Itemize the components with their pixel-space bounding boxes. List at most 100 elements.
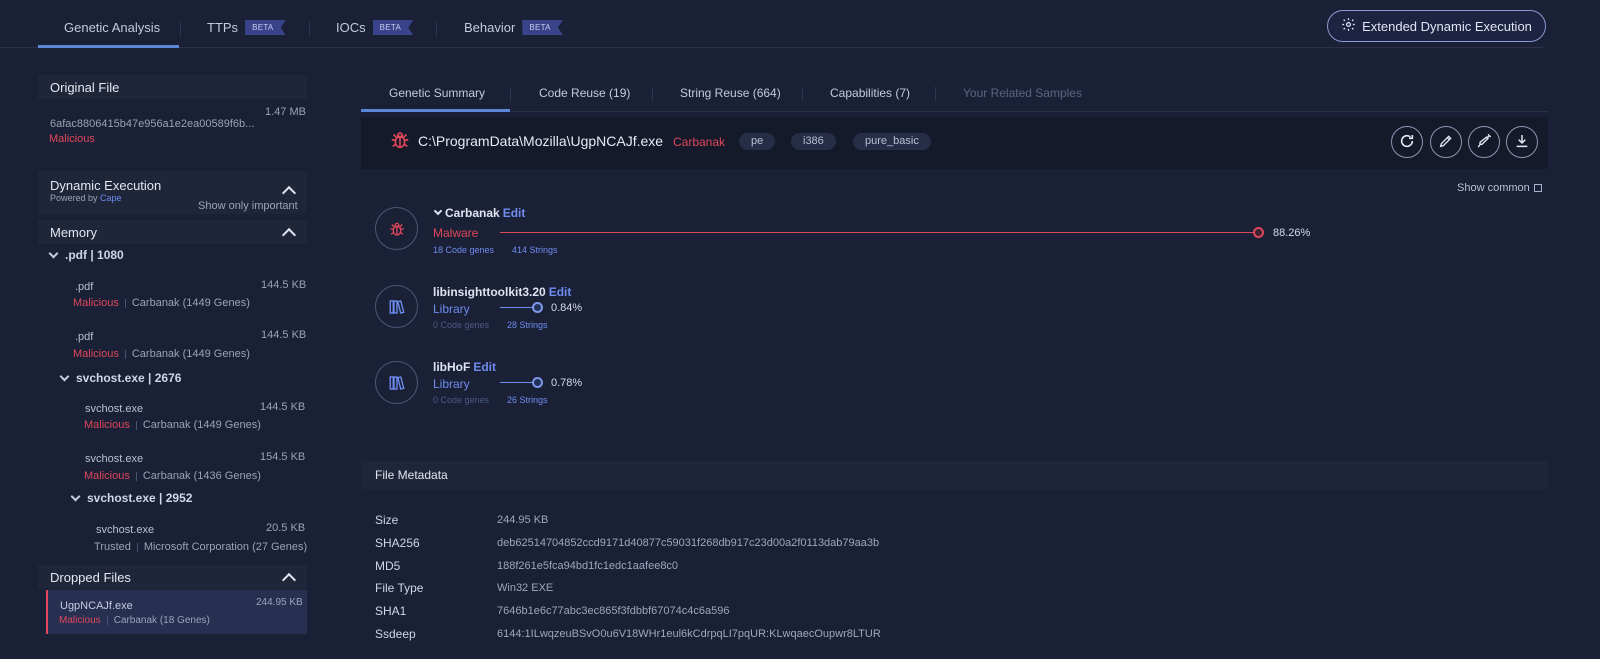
metadata-value: deb62514704852ccd9171d40877c59031f268db9… xyxy=(497,537,880,549)
tab-divider xyxy=(935,87,936,101)
gene-percent: 0.78% xyxy=(551,377,583,389)
file-size: 1.47 MB xyxy=(265,106,306,118)
tag-pure-basic[interactable]: pure_basic xyxy=(853,133,931,150)
beta-badge: BETA xyxy=(522,20,563,35)
dropped-files-header[interactable]: Dropped Files xyxy=(38,565,307,589)
memory-header[interactable]: Memory xyxy=(38,220,307,244)
section-title: Memory xyxy=(50,225,97,240)
chevron-up-icon[interactable] xyxy=(281,227,297,243)
pencil-icon xyxy=(1438,133,1454,152)
item-size: 244.95 KB xyxy=(256,597,303,608)
gene-libinsighttoolkit[interactable]: libinsighttoolkit3.20 Edit xyxy=(433,285,571,299)
group-label: svchost.exe | 2676 xyxy=(76,371,182,385)
syringe-button[interactable] xyxy=(1468,126,1500,158)
code-genes-link[interactable]: 18 Code genes xyxy=(433,245,494,255)
family-label: Carbanak (1449 Genes) xyxy=(131,348,250,360)
status-badge: Malicious xyxy=(59,615,101,626)
item-name: UgpNCAJf.exe xyxy=(60,600,133,612)
show-only-important-toggle[interactable]: Show only important xyxy=(198,200,298,212)
chevron-down-icon xyxy=(48,248,59,258)
tab-divider xyxy=(436,22,437,36)
family-label: Carbanak (1449 Genes) xyxy=(131,297,250,309)
strings-link[interactable]: 28 Strings xyxy=(507,320,548,330)
metadata-value: 6144:1ILwqzeuBSvO0u6V18WHr1eul6kCdrpqLI7… xyxy=(497,628,881,640)
strings-link[interactable]: 414 Strings xyxy=(512,245,558,255)
edit-link[interactable]: Edit xyxy=(549,285,572,299)
item-name: svchost.exe xyxy=(85,453,144,465)
malware-gene-icon xyxy=(375,207,418,250)
tab-label: TTPs xyxy=(207,20,239,35)
status-badge: Malicious xyxy=(73,348,119,360)
family-label: Carbanak (18 Genes) xyxy=(113,615,210,626)
file-family-label: Carbanak xyxy=(673,135,726,149)
tab-divider xyxy=(309,22,310,36)
tab-related-samples[interactable]: Your Related Samples xyxy=(963,86,1082,100)
tab-ttps[interactable]: TTPs BETA xyxy=(207,20,286,35)
tab-string-reuse[interactable]: String Reuse (664) xyxy=(680,86,781,100)
tab-behavior[interactable]: Behavior BETA xyxy=(464,20,563,35)
item-size: 20.5 KB xyxy=(266,522,306,534)
refresh-icon xyxy=(1399,133,1415,152)
code-genes-link: 0 Code genes xyxy=(433,395,490,405)
tab-genetic-summary[interactable]: Genetic Summary xyxy=(389,86,485,100)
tab-iocs[interactable]: IOCs BETA xyxy=(336,20,414,35)
chevron-up-icon[interactable] xyxy=(281,572,297,588)
section-title: File Metadata xyxy=(375,468,448,482)
extended-dynamic-execution-button[interactable]: Extended Dynamic Execution xyxy=(1327,10,1546,42)
edit-link[interactable]: Edit xyxy=(473,360,496,374)
memory-group-svchost-2676[interactable]: svchost.exe | 2676 xyxy=(59,371,182,385)
refresh-button[interactable] xyxy=(1391,126,1423,158)
metadata-value: Win32 EXE xyxy=(497,582,554,594)
tab-code-reuse[interactable]: Code Reuse (19) xyxy=(539,86,630,100)
file-metadata-header: File Metadata xyxy=(361,461,1548,489)
item-name: svchost.exe xyxy=(96,524,155,536)
metadata-key: SHA256 xyxy=(375,536,420,550)
edit-link[interactable]: Edit xyxy=(503,206,526,220)
gene-bar xyxy=(500,232,1258,233)
gear-icon xyxy=(1341,17,1356,35)
gene-type: Library xyxy=(433,302,470,316)
gene-name: libHoF xyxy=(433,360,471,374)
tag-pe[interactable]: pe xyxy=(739,133,776,150)
tab-label: IOCs xyxy=(336,20,366,35)
download-button[interactable] xyxy=(1506,126,1538,158)
powered-by-label: Powered by xyxy=(50,193,98,203)
tab-capabilities[interactable]: Capabilities (7) xyxy=(830,86,910,100)
gene-name: libinsighttoolkit3.20 xyxy=(433,285,546,299)
status-badge: Malicious xyxy=(84,470,130,482)
active-tab-indicator xyxy=(38,45,179,48)
family-label: Carbanak (1449 Genes) xyxy=(142,419,261,431)
memory-group-svchost-2952[interactable]: svchost.exe | 2952 xyxy=(70,491,193,505)
family-label: Carbanak (1436 Genes) xyxy=(142,470,261,482)
dynamic-execution-header[interactable]: Dynamic Execution Powered by Cape Show o… xyxy=(38,171,307,214)
library-gene-icon xyxy=(375,285,418,328)
group-label: svchost.exe | 2952 xyxy=(87,491,193,505)
dropped-file-item[interactable]: UgpNCAJf.exe 244.95 KB Malicious Carbanak… xyxy=(46,590,307,634)
show-common-toggle[interactable]: Show common xyxy=(1457,182,1542,194)
gene-bar-handle xyxy=(532,302,543,313)
cape-link[interactable]: Cape xyxy=(100,193,122,203)
item-size: 144.5 KB xyxy=(261,329,307,341)
strings-link[interactable]: 26 Strings xyxy=(507,395,548,405)
gene-libhof[interactable]: libHoF Edit xyxy=(433,360,496,374)
original-file-header: Original File xyxy=(38,75,307,99)
status-badge: Trusted xyxy=(94,541,131,553)
edit-button[interactable] xyxy=(1430,126,1462,158)
chevron-up-icon[interactable] xyxy=(281,185,297,201)
gene-carbanak[interactable]: Carbanak Edit xyxy=(433,206,525,220)
tag-i386[interactable]: i386 xyxy=(791,133,836,150)
chevron-down-icon xyxy=(433,206,443,216)
item-name: svchost.exe xyxy=(85,403,144,415)
item-size: 154.5 KB xyxy=(260,451,306,463)
chevron-down-icon xyxy=(70,491,81,501)
library-gene-icon xyxy=(375,361,418,404)
metadata-value: 7646b1e6c77abc3ec865f3fdbbf67074c4c6a596 xyxy=(497,605,730,617)
file-hash: 6afac8806415b47e956a1e2ea00589f6b... xyxy=(50,118,255,130)
item-size: 144.5 KB xyxy=(261,279,307,291)
item-name: .pdf xyxy=(75,281,94,293)
gene-percent: 88.26% xyxy=(1273,227,1311,239)
memory-group-pdf[interactable]: .pdf | 1080 xyxy=(48,248,124,262)
family-label: Microsoft Corporation (27 Genes) xyxy=(143,541,308,553)
item-name: .pdf xyxy=(75,331,94,343)
tab-genetic-analysis[interactable]: Genetic Analysis xyxy=(64,20,160,35)
